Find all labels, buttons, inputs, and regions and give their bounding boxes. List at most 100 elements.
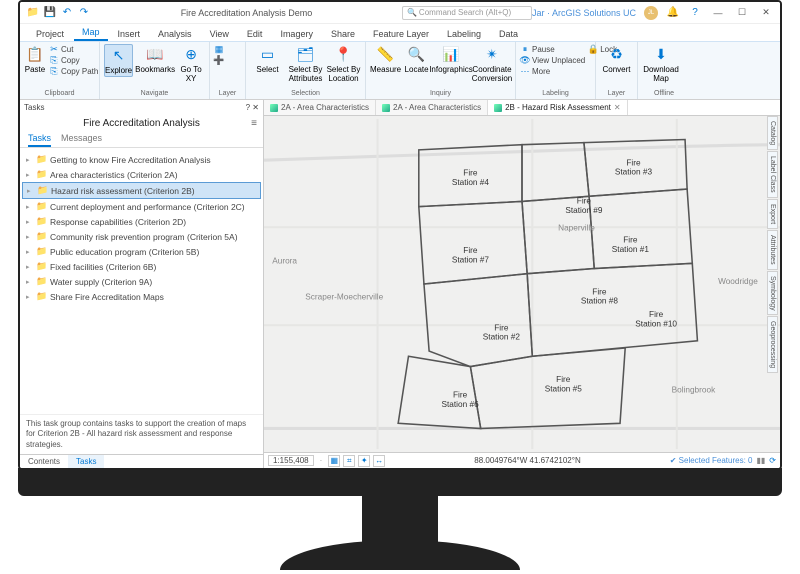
user-label[interactable]: Jar · ArcGIS Solutions UC xyxy=(532,8,636,18)
undo-icon[interactable]: ↶ xyxy=(60,6,74,20)
explore-button[interactable]: ↖Explore xyxy=(104,44,133,77)
sb-tool-corr[interactable]: ✦ xyxy=(358,455,370,467)
goto-xy-button[interactable]: ⊕Go To XY xyxy=(177,44,205,84)
ribbon-tab-share[interactable]: Share xyxy=(323,27,363,41)
station-label: FireStation #5 xyxy=(545,375,583,393)
select-by-location-button[interactable]: 📍Select By Location xyxy=(326,44,361,84)
tasks-tab-tasks[interactable]: Tasks xyxy=(28,131,51,147)
station-label: FireStation #3 xyxy=(615,158,653,176)
map-icon xyxy=(270,104,278,112)
pause-labeling-button[interactable]: ⏸Pause xyxy=(520,44,585,54)
folder-icon[interactable]: 📁 xyxy=(26,6,40,20)
ribbon-tab-data[interactable]: Data xyxy=(491,27,526,41)
ribbon-tab-feature-layer[interactable]: Feature Layer xyxy=(365,27,437,41)
download-icon: ⬇ xyxy=(650,44,672,66)
tasks-title: Fire Accreditation Analysis xyxy=(83,118,200,129)
close-button[interactable]: ✕ xyxy=(758,7,774,18)
task-item[interactable]: ▸📁Hazard risk assessment (Criterion 2B) xyxy=(22,182,261,199)
sb-tool-constraint[interactable]: ↔ xyxy=(373,455,385,467)
view-unplaced-button[interactable]: 👁View Unplaced xyxy=(520,55,585,65)
bottom-tab-tasks[interactable]: Tasks xyxy=(68,455,104,468)
ribbon-tab-map[interactable]: Map xyxy=(74,25,108,41)
side-tab-label-class[interactable]: Label Class xyxy=(767,151,778,198)
map-tab[interactable]: 2A - Area Characteristics xyxy=(264,100,376,115)
download-map-button[interactable]: ⬇Download Map xyxy=(642,44,680,84)
select-loc-icon: 📍 xyxy=(333,44,355,66)
minimize-button[interactable]: — xyxy=(710,8,726,18)
task-item[interactable]: ▸📁Community risk prevention program (Cri… xyxy=(22,229,261,244)
tasks-menu-icon[interactable]: ≡ xyxy=(251,118,257,129)
add-data-button[interactable]: ➕ xyxy=(214,55,224,65)
pane-label: Tasks xyxy=(24,103,44,112)
save-icon[interactable]: 💾 xyxy=(43,6,57,20)
task-item[interactable]: ▸📁Current deployment and performance (Cr… xyxy=(22,199,261,214)
close-icon[interactable]: ✕ xyxy=(614,103,621,112)
cut-button[interactable]: ✂Cut xyxy=(49,44,98,54)
ribbon-tab-imagery[interactable]: Imagery xyxy=(272,27,321,41)
task-item[interactable]: ▸📁Fixed facilities (Criterion 6B) xyxy=(22,259,261,274)
measure-button[interactable]: 📏Measure xyxy=(370,44,401,75)
measure-icon: 📏 xyxy=(375,44,397,66)
place-label: Bolingbrook xyxy=(672,385,716,394)
redo-icon[interactable]: ↷ xyxy=(77,6,91,20)
copy-button[interactable]: ⎘Copy xyxy=(49,55,98,65)
pane-close-icon[interactable]: ✕ xyxy=(252,103,259,112)
bottom-tab-contents[interactable]: Contents xyxy=(20,455,68,468)
locate-button[interactable]: 🔍Locate xyxy=(404,44,429,75)
map-tab-label: 2A - Area Characteristics xyxy=(281,103,369,112)
copy-path-button[interactable]: ⎘Copy Path xyxy=(49,66,98,76)
select-by-attributes-button[interactable]: 🗂Select By Attributes xyxy=(288,44,323,84)
select-icon: ▭ xyxy=(257,44,279,66)
scale-readout[interactable]: 1:155,408 xyxy=(268,455,314,466)
ribbon-tab-insert[interactable]: Insert xyxy=(110,27,149,41)
sb-pause-icon[interactable]: ▮▮ xyxy=(756,456,765,465)
sb-refresh-icon[interactable]: ⟳ xyxy=(769,456,776,465)
maximize-button[interactable]: ☐ xyxy=(734,7,750,18)
more-icon: ⋯ xyxy=(520,66,530,76)
sb-tool-grid[interactable]: ▦ xyxy=(328,455,340,467)
task-item[interactable]: ▸📁Water supply (Criterion 9A) xyxy=(22,274,261,289)
map-canvas[interactable]: FireStation #4FireStation #3FireStation … xyxy=(264,116,780,452)
map-tab[interactable]: 2A - Area Characteristics xyxy=(376,100,488,115)
command-search[interactable]: 🔍 Command Search (Alt+Q) xyxy=(402,6,532,20)
tasks-tab-messages[interactable]: Messages xyxy=(61,131,102,147)
ribbon-tab-view[interactable]: View xyxy=(202,27,237,41)
place-label: Scraper-Moecherville xyxy=(305,292,383,301)
ribbon-tab-project[interactable]: Project xyxy=(28,27,72,41)
basemap-button[interactable]: ▦ xyxy=(214,44,224,54)
folder-icon: 📁 xyxy=(36,291,46,302)
infographics-icon: 📊 xyxy=(440,44,462,66)
infographics-button[interactable]: 📊Infographics xyxy=(432,44,470,75)
task-item[interactable]: ▸📁Share Fire Accreditation Maps xyxy=(22,289,261,304)
task-item[interactable]: ▸📁Getting to know Fire Accreditation Ana… xyxy=(22,152,261,167)
goto-icon: ⊕ xyxy=(180,44,202,66)
coord-conversion-button[interactable]: ✴Coordinate Conversion xyxy=(473,44,511,84)
station-label: FireStation #8 xyxy=(581,287,619,305)
task-item[interactable]: ▸📁Response capabilities (Criterion 2D) xyxy=(22,214,261,229)
ribbon-tab-analysis[interactable]: Analysis xyxy=(150,27,200,41)
sb-tool-snap[interactable]: ⌗ xyxy=(343,455,355,467)
chevron-right-icon: ▸ xyxy=(26,233,32,241)
ribbon-tab-labeling[interactable]: Labeling xyxy=(439,27,489,41)
side-tab-catalog[interactable]: Catalog xyxy=(767,116,778,150)
side-tab-geoprocessing[interactable]: Geoprocessing xyxy=(767,316,778,373)
side-tab-export[interactable]: Export xyxy=(767,199,778,229)
selected-features[interactable]: ✔ Selected Features: 0 xyxy=(670,456,753,465)
chevron-right-icon: ▸ xyxy=(27,187,33,195)
user-avatar[interactable]: JL xyxy=(644,6,658,20)
pane-help-icon[interactable]: ? xyxy=(246,103,250,112)
task-item[interactable]: ▸📁Area characteristics (Criterion 2A) xyxy=(22,167,261,182)
help-icon[interactable]: ? xyxy=(688,6,702,20)
side-tab-attributes[interactable]: Attributes xyxy=(767,230,778,270)
side-tab-symbology[interactable]: Symbology xyxy=(767,271,778,316)
convert-button[interactable]: ♻Convert xyxy=(600,44,633,75)
ribbon-tab-edit[interactable]: Edit xyxy=(239,27,271,41)
paste-button[interactable]: 📋Paste xyxy=(24,44,46,75)
map-tab[interactable]: 2B - Hazard Risk Assessment✕ xyxy=(488,100,628,115)
more-labeling-button[interactable]: ⋯More xyxy=(520,66,585,76)
bookmarks-button[interactable]: 📖Bookmarks xyxy=(136,44,174,75)
bell-icon[interactable]: 🔔 xyxy=(666,6,680,20)
task-item[interactable]: ▸📁Public education program (Criterion 5B… xyxy=(22,244,261,259)
select-button[interactable]: ▭Select xyxy=(250,44,285,75)
group-layer: Layer xyxy=(214,90,241,97)
